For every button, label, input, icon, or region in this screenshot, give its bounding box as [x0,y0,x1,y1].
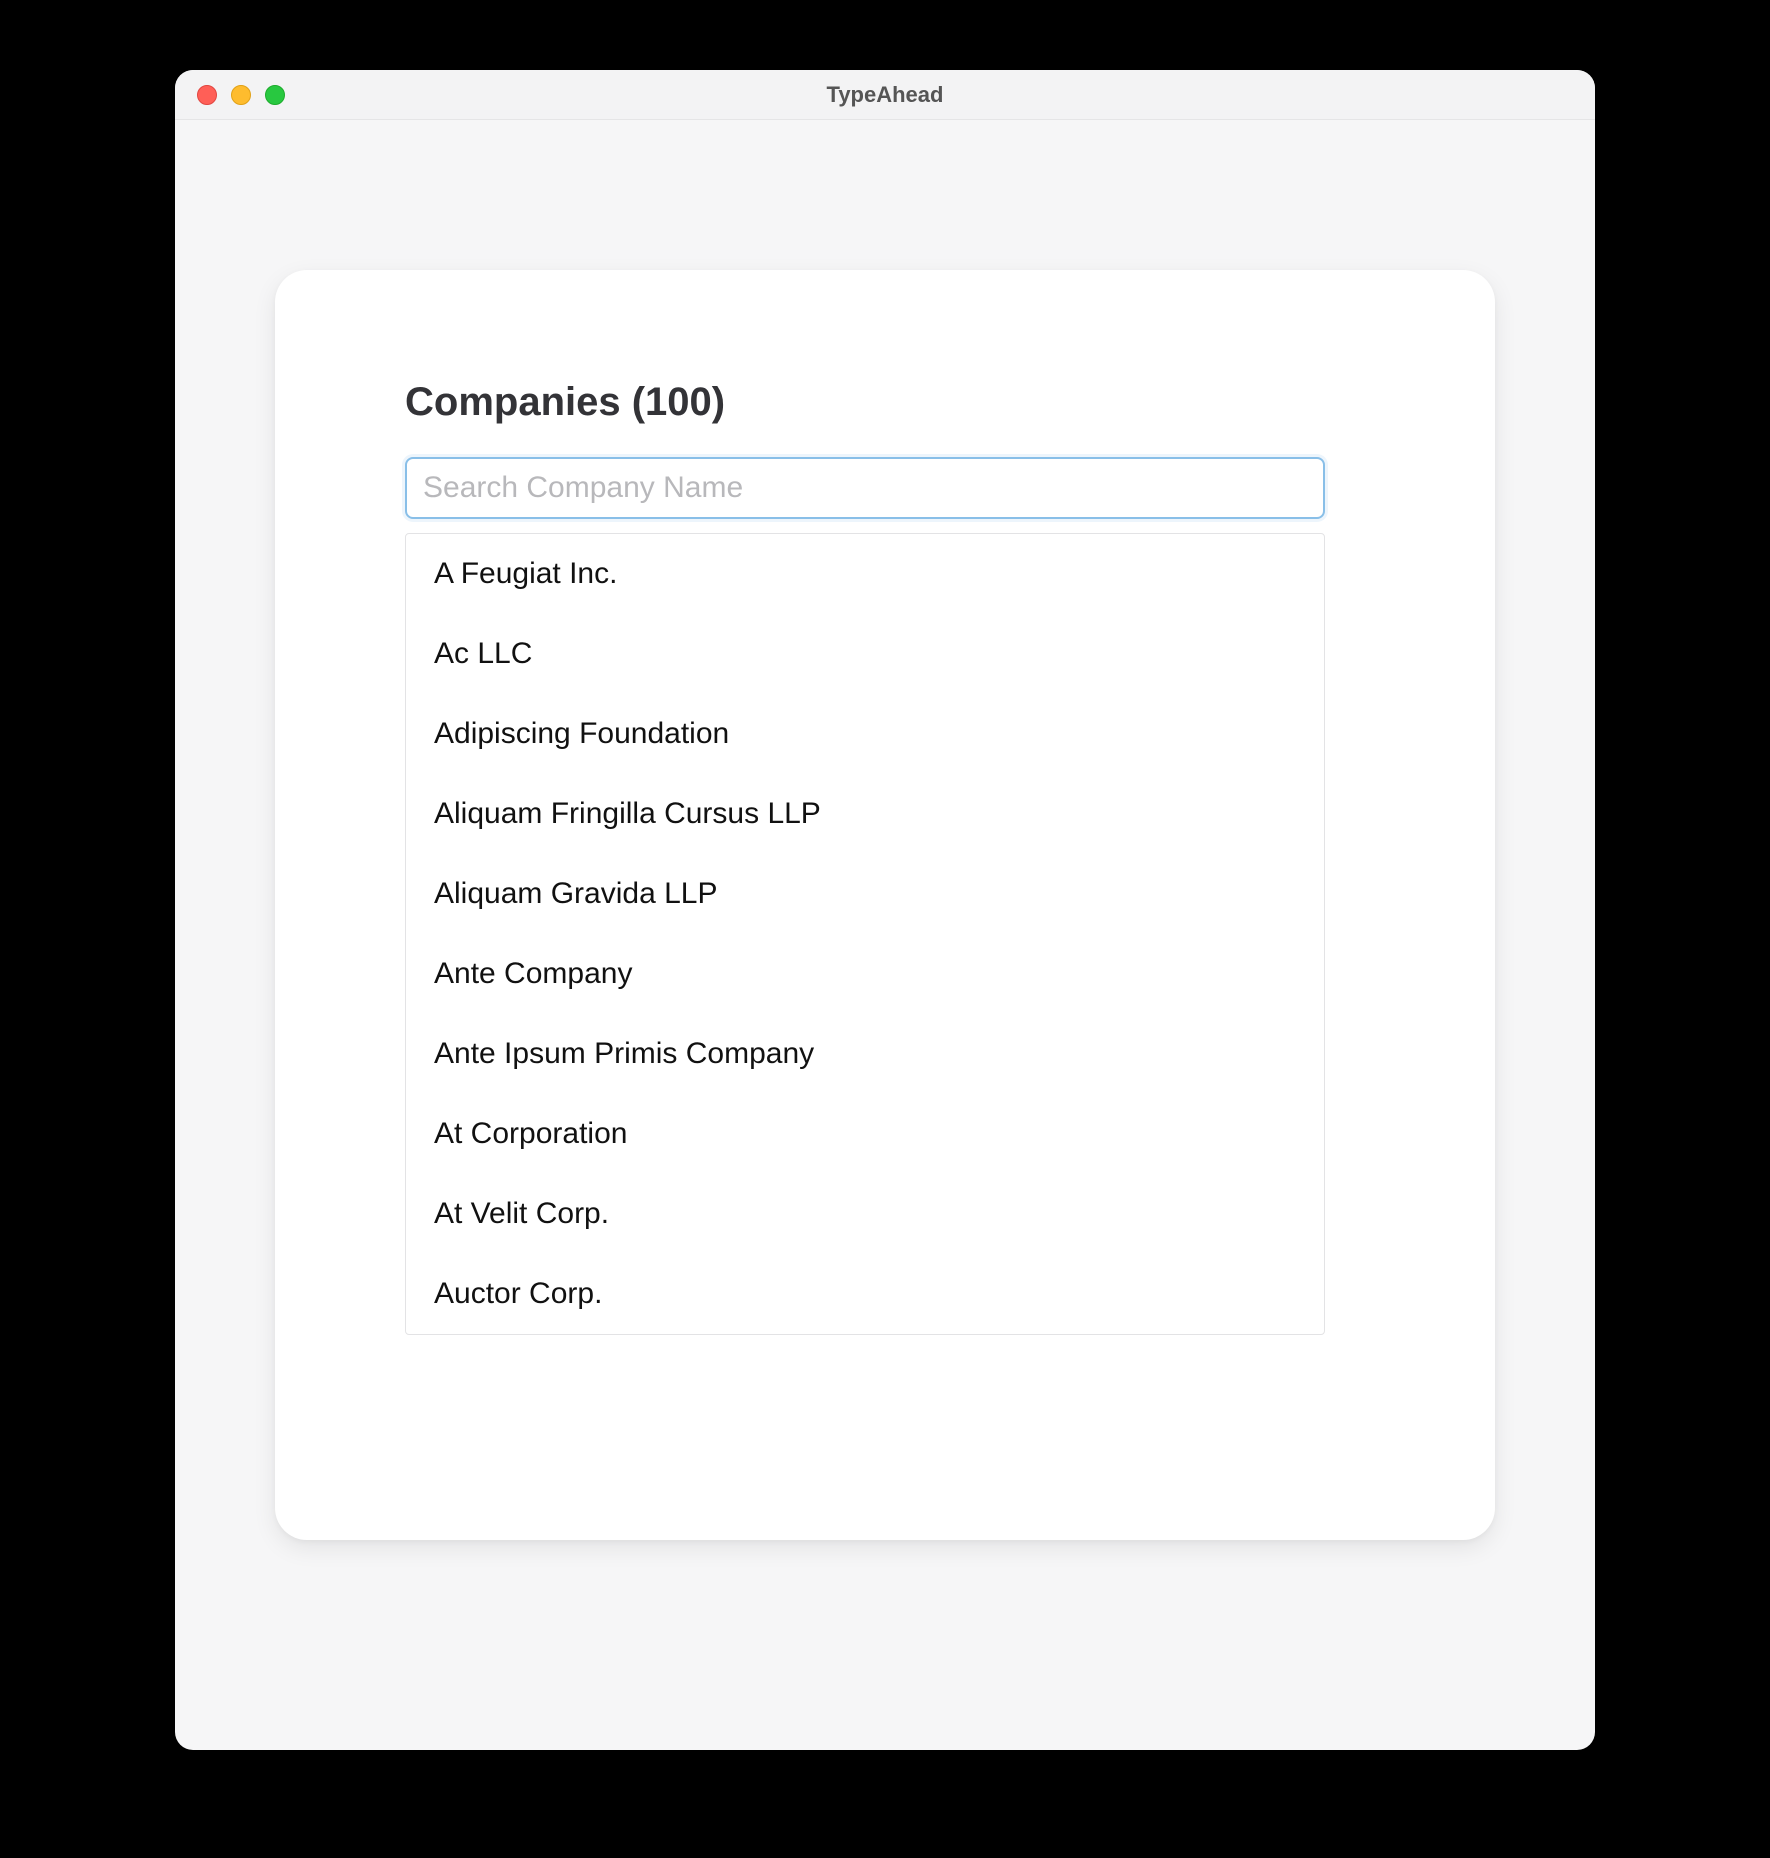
app-window: TypeAhead Companies (100) A Feugiat Inc.… [175,70,1595,1750]
list-item[interactable]: Aliquam Gravida LLP [406,854,1324,934]
list-item[interactable]: Aliquam Fringilla Cursus LLP [406,774,1324,854]
list-item[interactable]: Auctor Corp. [406,1254,1324,1334]
list-item[interactable]: At Corporation [406,1094,1324,1174]
list-item[interactable]: A Feugiat Inc. [406,534,1324,614]
maximize-icon[interactable] [265,85,285,105]
window-title: TypeAhead [175,82,1595,108]
content-area: Companies (100) A Feugiat Inc. Ac LLC Ad… [175,120,1595,1750]
list-item[interactable]: At Velit Corp. [406,1174,1324,1254]
list-item[interactable]: Ac LLC [406,614,1324,694]
minimize-icon[interactable] [231,85,251,105]
close-icon[interactable] [197,85,217,105]
search-input[interactable] [405,457,1325,519]
titlebar: TypeAhead [175,70,1595,120]
list-item[interactable]: Ante Company [406,934,1324,1014]
company-dropdown: A Feugiat Inc. Ac LLC Adipiscing Foundat… [405,533,1325,1335]
list-item[interactable]: Adipiscing Foundation [406,694,1324,774]
typeahead-card: Companies (100) A Feugiat Inc. Ac LLC Ad… [275,270,1495,1540]
page-title: Companies (100) [405,380,1365,425]
traffic-lights [197,85,285,105]
list-item[interactable]: Ante Ipsum Primis Company [406,1014,1324,1094]
